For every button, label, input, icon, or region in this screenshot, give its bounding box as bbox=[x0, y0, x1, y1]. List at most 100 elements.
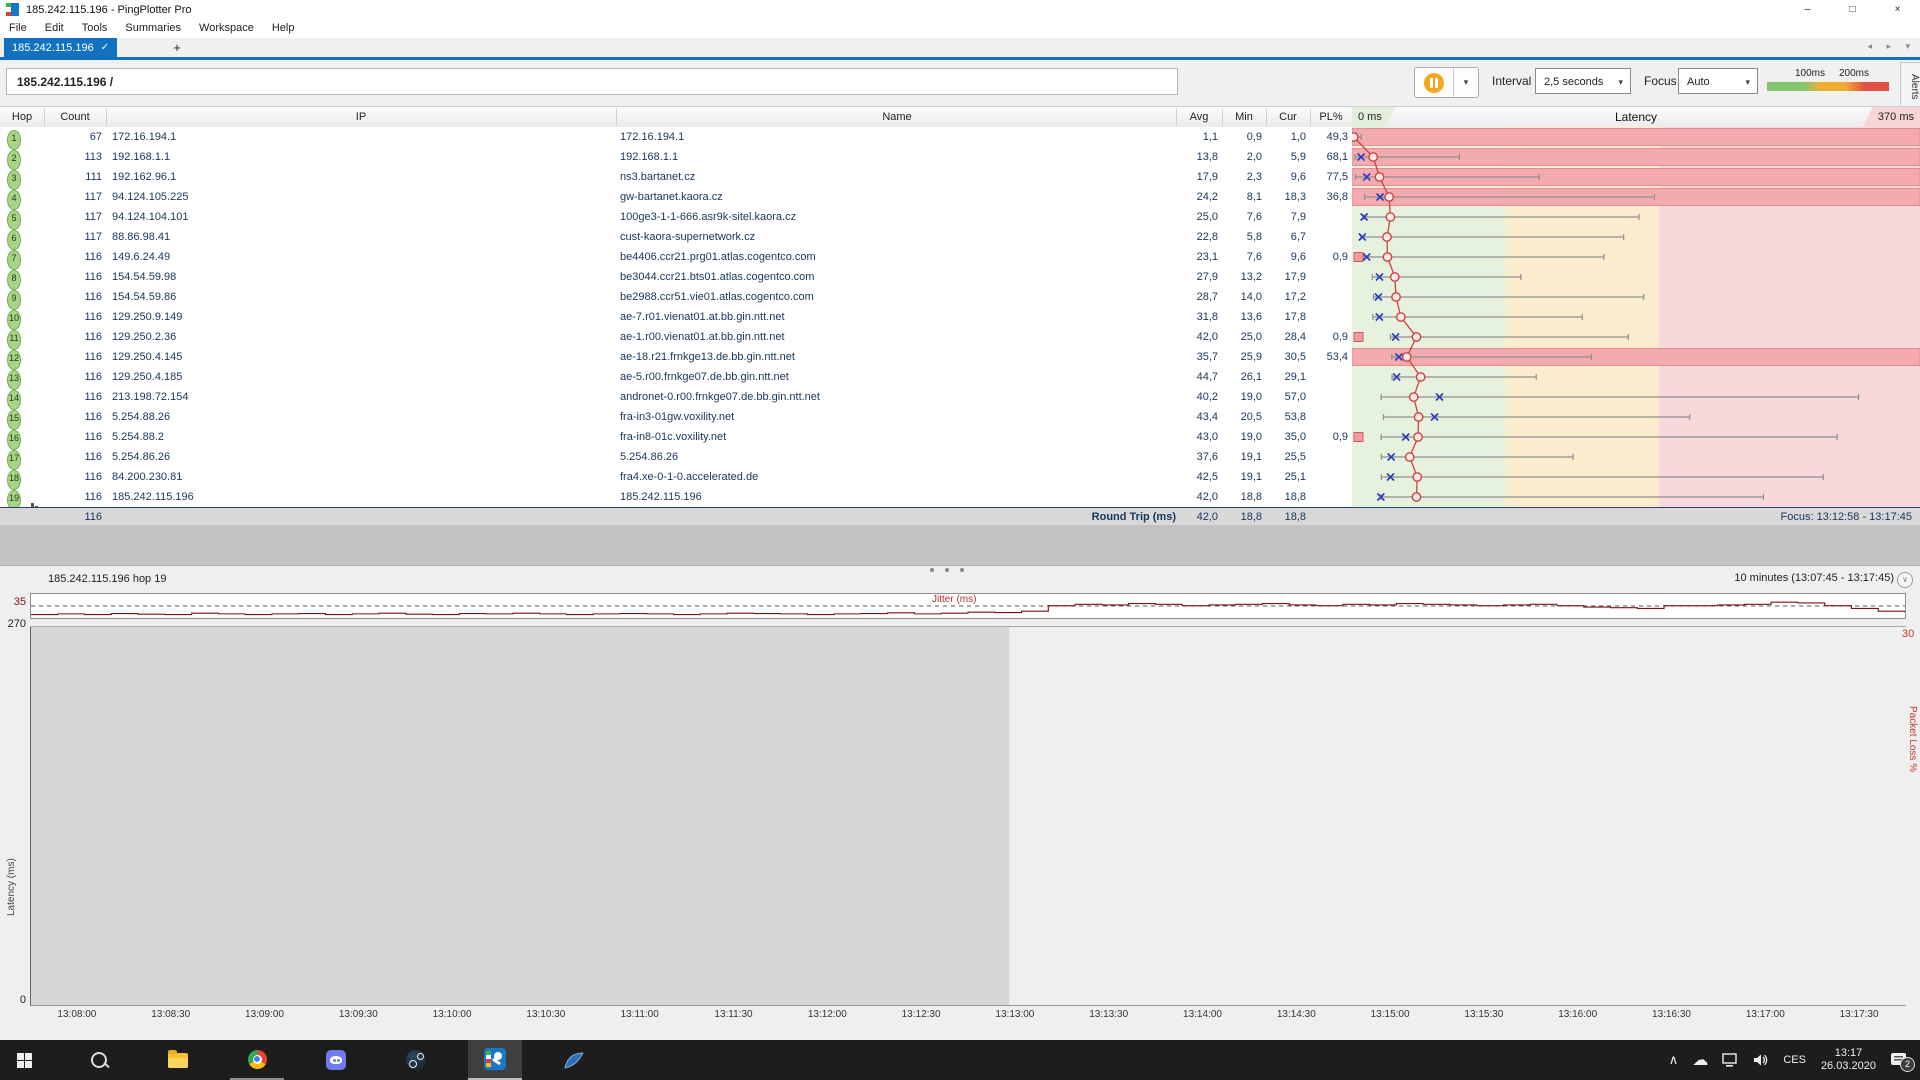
taskbar-steam-icon[interactable] bbox=[389, 1040, 443, 1080]
menu-item-tools[interactable]: Tools bbox=[73, 19, 117, 38]
hop-name: ae-18.r21.frnkge13.de.bb.gin.ntt.net bbox=[620, 347, 795, 367]
pane-splitter[interactable] bbox=[0, 525, 1920, 565]
tab-scroll-icons[interactable]: ◂ ▸ ▾ bbox=[1867, 41, 1916, 52]
taskbar-wireshark-icon[interactable] bbox=[547, 1040, 601, 1080]
header-hop[interactable]: Hop bbox=[0, 107, 44, 128]
clock[interactable]: 13:17 26.03.2020 bbox=[1821, 1047, 1876, 1073]
time-tick-label: 13:13:30 bbox=[1089, 1009, 1128, 1020]
hop-ip: 149.6.24.49 bbox=[112, 247, 170, 267]
focus-select[interactable]: Auto ▾ bbox=[1678, 68, 1758, 94]
language-indicator[interactable]: CES bbox=[1783, 1054, 1806, 1066]
maximize-button[interactable]: □ bbox=[1830, 0, 1875, 19]
table-row[interactable]: 411794.124.105.225gw-bartanet.kaora.cz24… bbox=[0, 187, 1352, 207]
hop-ip: 154.54.59.86 bbox=[112, 287, 176, 307]
header-ip[interactable]: IP bbox=[106, 107, 616, 128]
taskbar-pingplotter-icon[interactable] bbox=[468, 1040, 522, 1080]
close-button[interactable]: × bbox=[1875, 0, 1920, 19]
menu-item-edit[interactable]: Edit bbox=[36, 19, 73, 38]
taskbar-search-icon[interactable] bbox=[72, 1040, 126, 1080]
hidden-icons-chevron-icon[interactable]: ∧ bbox=[1669, 1052, 1679, 1068]
hop-count: 117 bbox=[44, 187, 102, 207]
menu-item-workspace[interactable]: Workspace bbox=[190, 19, 263, 38]
header-avg[interactable]: Avg bbox=[1176, 107, 1222, 128]
taskbar-start-icon[interactable] bbox=[0, 1040, 51, 1080]
menu-item-summaries[interactable]: Summaries bbox=[116, 19, 190, 38]
notifications-icon[interactable]: 2 bbox=[1890, 1052, 1908, 1068]
header-pl[interactable]: PL% bbox=[1310, 107, 1352, 128]
hop-cur: 9,6 bbox=[1266, 247, 1306, 267]
hop-min: 19,0 bbox=[1222, 427, 1262, 447]
header-latency[interactable]: Latency 0 ms 370 ms bbox=[1352, 107, 1920, 128]
pause-split-button[interactable]: ▾ bbox=[1414, 67, 1479, 98]
table-row[interactable]: 167172.16.194.1172.16.194.11,10,91,049,3 bbox=[0, 127, 1352, 147]
table-row[interactable]: 8116154.54.59.98be3044.ccr21.bts01.atlas… bbox=[0, 267, 1352, 287]
hop-count: 117 bbox=[44, 207, 102, 227]
time-tick-label: 13:12:30 bbox=[902, 1009, 941, 1020]
table-row[interactable]: 161165.254.88.2fra-in8-01c.voxility.net4… bbox=[0, 427, 1352, 447]
volume-icon[interactable] bbox=[1753, 1053, 1769, 1067]
pause-button[interactable] bbox=[1415, 68, 1454, 97]
hop-packet-loss: 36,8 bbox=[1306, 187, 1348, 207]
table-row[interactable]: 14116213.198.72.154andronet-0.r00.frnkge… bbox=[0, 387, 1352, 407]
table-row[interactable]: 9116154.54.59.86be2988.ccr51.vie01.atlas… bbox=[0, 287, 1352, 307]
hop-min: 26,1 bbox=[1222, 367, 1262, 387]
onedrive-icon[interactable]: ☁ bbox=[1692, 1050, 1708, 1070]
latency-scale-legend: 100ms 200ms bbox=[1767, 68, 1889, 94]
target-input[interactable]: 185.242.115.196 / bbox=[6, 68, 1178, 95]
summary-label: Round Trip (ms) bbox=[890, 508, 1176, 526]
pause-dropdown-caret-icon[interactable]: ▾ bbox=[1454, 68, 1478, 97]
hop-avg: 28,7 bbox=[1176, 287, 1218, 307]
header-count[interactable]: Count bbox=[44, 107, 106, 128]
timeline-graph[interactable]: 250 ms200 ms150 ms100 ms50 ms bbox=[30, 626, 1906, 1006]
menu-item-help[interactable]: Help bbox=[263, 19, 304, 38]
timeline-range-select[interactable]: 10 minutes (13:07:45 - 13:17:45) bbox=[1734, 572, 1894, 584]
table-row[interactable]: 2113192.168.1.1192.168.1.113,82,05,968,1 bbox=[0, 147, 1352, 167]
summary-row[interactable]: 116 Round Trip (ms) 42,0 18,8 18,8 Focus… bbox=[0, 507, 1920, 526]
hop-count: 116 bbox=[44, 327, 102, 347]
chevron-down-circle-icon[interactable]: ∨ bbox=[1897, 572, 1913, 588]
hop-min: 19,1 bbox=[1222, 467, 1262, 487]
table-row[interactable]: 10116129.250.9.149ae-7.r01.vienat01.at.b… bbox=[0, 307, 1352, 327]
table-row[interactable]: 11116129.250.2.36ae-1.r00.vienat01.at.bb… bbox=[0, 327, 1352, 347]
taskbar-file-explorer-icon[interactable] bbox=[151, 1040, 205, 1080]
taskbar-chrome-icon[interactable] bbox=[230, 1040, 284, 1080]
taskbar-discord-icon[interactable] bbox=[309, 1040, 363, 1080]
menu-item-file[interactable]: File bbox=[0, 19, 36, 38]
hop-min: 13,6 bbox=[1222, 307, 1262, 327]
table-row[interactable]: 13116129.250.4.185ae-5.r00.frnkge07.de.b… bbox=[0, 367, 1352, 387]
summary-cur: 18,8 bbox=[1266, 508, 1306, 526]
header-name[interactable]: Name bbox=[616, 107, 1178, 128]
time-tick-label: 13:14:00 bbox=[1183, 1009, 1222, 1020]
header-min[interactable]: Min bbox=[1222, 107, 1266, 128]
hop-min: 5,8 bbox=[1222, 227, 1262, 247]
header-cur[interactable]: Cur bbox=[1266, 107, 1310, 128]
table-row[interactable]: 151165.254.88.26fra-in3-01gw.voxility.ne… bbox=[0, 407, 1352, 427]
table-row[interactable]: 7116149.6.24.49be4406.ccr21.prg01.atlas.… bbox=[0, 247, 1352, 267]
splitter-handle-icon[interactable] bbox=[930, 568, 964, 572]
chevron-down-icon: ▾ bbox=[1745, 69, 1750, 95]
hop-ip: 88.86.98.41 bbox=[112, 227, 170, 247]
table-row[interactable]: 1811684.200.230.81fra4.xe-0-1-0.accelera… bbox=[0, 467, 1352, 487]
table-row[interactable]: 3111192.162.96.1ns3.bartanet.cz17,92,39,… bbox=[0, 167, 1352, 187]
time-tick-label: 13:09:00 bbox=[245, 1009, 284, 1020]
hop-avg: 42,5 bbox=[1176, 467, 1218, 487]
packetloss-axis-title: Packet Loss % bbox=[1907, 706, 1918, 926]
alerts-side-tab[interactable]: Alerts bbox=[1900, 62, 1920, 112]
hop-cur: 17,9 bbox=[1266, 267, 1306, 287]
interval-select[interactable]: 2,5 seconds ▾ bbox=[1535, 68, 1631, 94]
table-row[interactable]: 611788.86.98.41cust-kaora-supernetwork.c… bbox=[0, 227, 1352, 247]
table-row[interactable]: 19116185.242.115.196185.242.115.19642,01… bbox=[0, 487, 1352, 507]
hop-count: 116 bbox=[44, 347, 102, 367]
new-tab-button[interactable]: + bbox=[168, 38, 186, 57]
table-row[interactable]: 12116129.250.4.145ae-18.r21.frnkge13.de.… bbox=[0, 347, 1352, 367]
table-row[interactable]: 511794.124.104.101100ge3-1-1-666.asr9k-s… bbox=[0, 207, 1352, 227]
notification-badge: 2 bbox=[1900, 1057, 1915, 1072]
tab-target[interactable]: 185.242.115.196 ✓ bbox=[4, 38, 117, 57]
network-icon[interactable] bbox=[1722, 1053, 1739, 1067]
hop-count: 116 bbox=[44, 447, 102, 467]
window-title: 185.242.115.196 - PingPlotter Pro bbox=[26, 4, 192, 16]
hop-ip: 192.168.1.1 bbox=[112, 147, 170, 167]
hop-avg: 37,6 bbox=[1176, 447, 1218, 467]
table-row[interactable]: 171165.254.86.265.254.86.2637,619,125,5 bbox=[0, 447, 1352, 467]
minimize-button[interactable]: – bbox=[1785, 0, 1830, 19]
